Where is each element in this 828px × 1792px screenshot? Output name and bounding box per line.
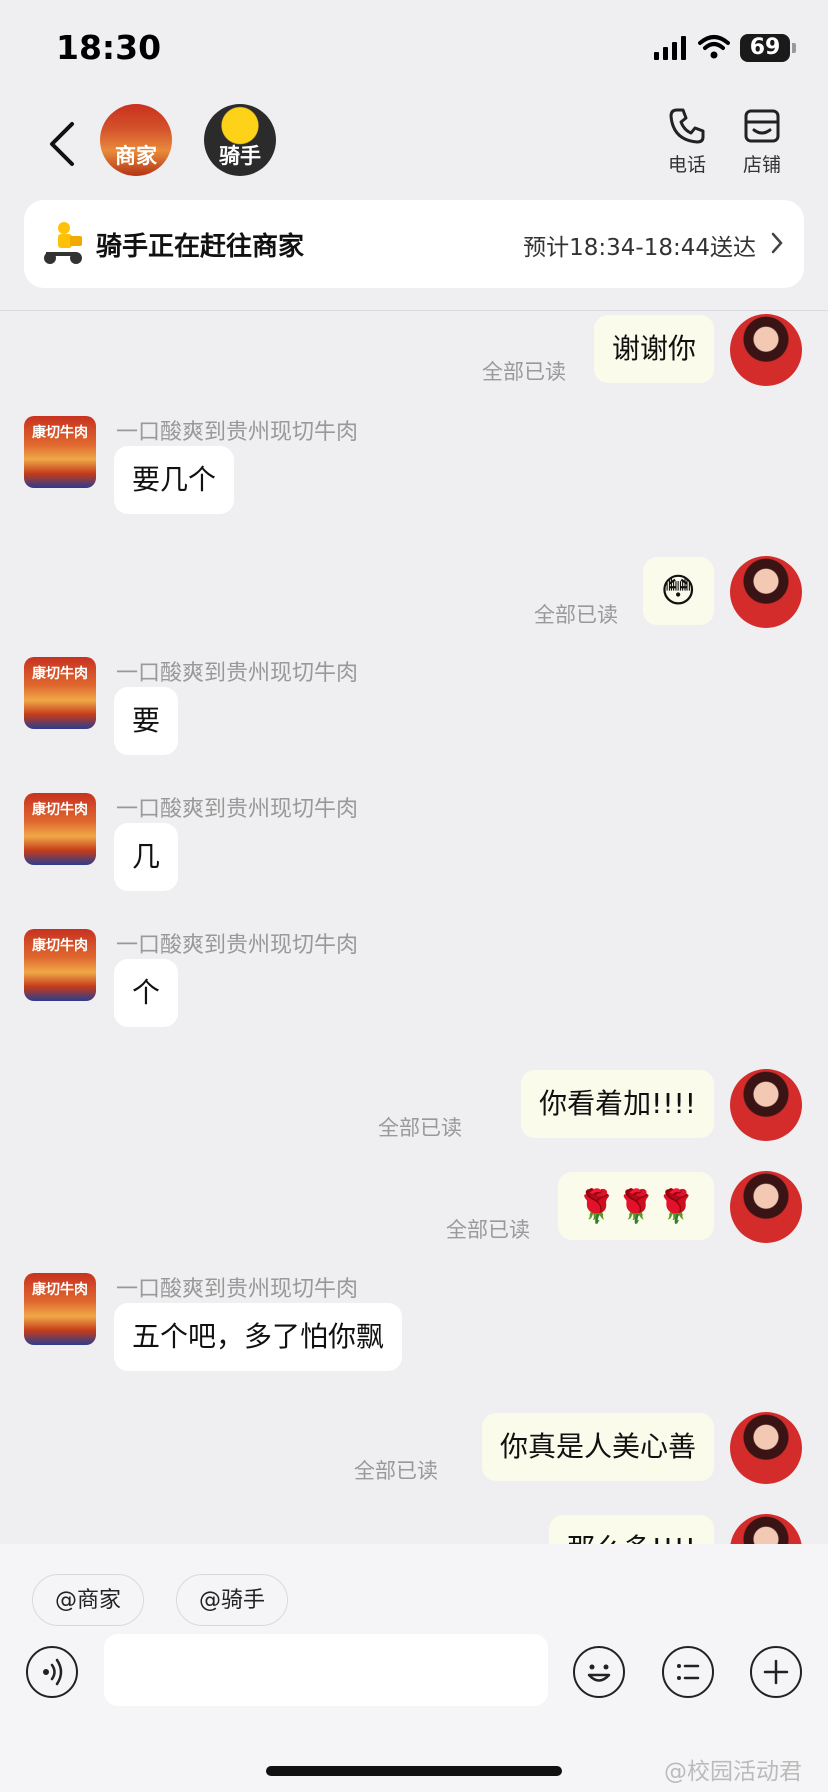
chat-area[interactable]: 谢谢你 全部已读 康切牛肉 一口酸爽到贵州现切牛肉 要几个 😳 全部已读 康切牛… — [0, 311, 828, 1544]
user-avatar[interactable] — [730, 1171, 802, 1243]
delivery-scooter-icon — [44, 222, 82, 264]
merchant-avatar-text: 康切牛肉 — [32, 802, 88, 818]
merchant-avatar[interactable]: 康切牛肉 — [24, 929, 96, 1001]
message-input[interactable] — [104, 1634, 548, 1706]
user-avatar[interactable] — [730, 314, 802, 386]
message-bubble[interactable]: 要几个 — [114, 446, 235, 514]
merchant-avatar[interactable]: 康切牛肉 — [24, 793, 96, 865]
merchant-header-avatar[interactable]: 商家 — [100, 104, 172, 176]
read-status: 全部已读 — [534, 603, 618, 627]
quick-reply-button[interactable] — [662, 1646, 714, 1698]
call-label: 电话 — [667, 154, 706, 176]
call-button[interactable]: 电话 — [657, 106, 717, 177]
rider-tag: 骑手 — [219, 144, 261, 168]
battery-indicator: 69 — [740, 34, 790, 62]
merchant-avatar-text: 康切牛肉 — [32, 1282, 88, 1298]
list-icon — [677, 1664, 700, 1680]
read-status: 全部已读 — [482, 360, 566, 384]
status-bar: 18:30 69 — [0, 0, 828, 100]
message-bubble[interactable]: 个 — [114, 959, 179, 1027]
phone-icon — [669, 108, 705, 144]
back-button[interactable] — [44, 118, 80, 170]
home-indicator — [266, 1766, 562, 1776]
message-bubble[interactable]: 几 — [114, 823, 179, 891]
merchant-avatar-text: 康切牛肉 — [32, 938, 88, 954]
message-bubble[interactable]: 😳 — [642, 557, 714, 625]
merchant-avatar[interactable]: 康切牛肉 — [24, 657, 96, 729]
merchant-avatar-text: 康切牛肉 — [32, 425, 88, 441]
status-time: 18:30 — [56, 28, 162, 67]
merchant-avatar[interactable]: 康切牛肉 — [24, 416, 96, 488]
chevron-right-icon — [771, 232, 783, 254]
signal-icon — [654, 36, 686, 60]
wifi-icon — [698, 35, 730, 59]
mention-merchant-button[interactable]: @商家 — [32, 1574, 145, 1626]
voice-icon — [43, 1658, 63, 1686]
message-bubble[interactable]: 谢谢你 — [593, 315, 714, 383]
mention-rider-button[interactable]: @骑手 — [176, 1574, 289, 1626]
merchant-avatar[interactable]: 康切牛肉 — [24, 1273, 96, 1345]
input-bar: @商家 @骑手 @校园活动君 — [0, 1544, 828, 1792]
message-bubble[interactable]: 你看着加!!!! — [521, 1070, 714, 1138]
sender-name: 一口酸爽到贵州现切牛肉 — [116, 420, 359, 445]
add-button[interactable] — [750, 1646, 802, 1698]
battery-tip — [792, 43, 796, 53]
shop-label: 店铺 — [742, 154, 781, 176]
message-bubble[interactable]: 五个吧，多了怕你飘 — [114, 1303, 403, 1371]
user-avatar[interactable] — [730, 1069, 802, 1141]
delivery-status-text: 骑手正在赶往商家 — [96, 232, 305, 262]
read-status: 全部已读 — [378, 1116, 462, 1140]
emoji-icon — [587, 1664, 611, 1682]
emoji-button[interactable] — [573, 1646, 625, 1698]
message-bubble[interactable]: 🌹🌹🌹 — [558, 1172, 714, 1240]
user-avatar[interactable] — [730, 556, 802, 628]
watermark: @校园活动君 — [664, 1759, 802, 1785]
message-bubble[interactable]: 要 — [114, 687, 179, 755]
sender-name: 一口酸爽到贵州现切牛肉 — [116, 797, 359, 822]
message-bubble[interactable]: 那么多!!!! — [549, 1515, 714, 1544]
message-bubble[interactable]: 你真是人美心善 — [481, 1413, 714, 1481]
sender-name: 一口酸爽到贵州现切牛肉 — [116, 933, 359, 958]
user-avatar[interactable] — [730, 1514, 802, 1544]
sender-name: 一口酸爽到贵州现切牛肉 — [116, 1277, 359, 1302]
delivery-eta: 预计18:34-18:44送达 — [523, 235, 756, 261]
merchant-avatar-text: 康切牛肉 — [32, 666, 88, 682]
user-avatar[interactable] — [730, 1412, 802, 1484]
merchant-tag: 商家 — [115, 144, 157, 168]
read-status: 全部已读 — [446, 1218, 530, 1242]
read-status: 全部已读 — [354, 1459, 438, 1483]
shop-button[interactable]: 店铺 — [732, 106, 792, 177]
sender-name: 一口酸爽到贵州现切牛肉 — [116, 661, 359, 686]
voice-button[interactable] — [26, 1646, 78, 1698]
store-icon — [744, 109, 780, 143]
delivery-status-card[interactable]: 骑手正在赶往商家 预计18:34-18:44送达 — [24, 200, 804, 288]
rider-header-avatar[interactable]: 骑手 — [204, 104, 276, 176]
plus-icon — [763, 1659, 789, 1685]
